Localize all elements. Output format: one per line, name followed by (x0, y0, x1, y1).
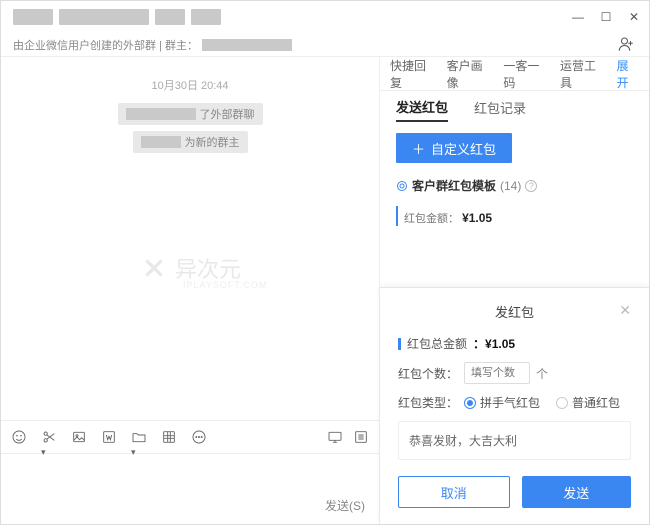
close-button[interactable]: ✕ (627, 10, 641, 24)
owner-blur (202, 39, 292, 51)
grid-icon[interactable] (161, 429, 177, 445)
compose-toolbar: ▾ ▾ (1, 420, 379, 454)
count-label: 红包个数： (398, 365, 458, 382)
title-blur (13, 9, 53, 25)
custom-redpacket-button[interactable]: ＋ 自定义红包 (396, 133, 512, 163)
list-icon[interactable] (353, 429, 369, 445)
plus-icon: ＋ (412, 139, 425, 158)
sys-text: 为新的群主 (185, 134, 240, 150)
message-input[interactable]: 发送(S) (1, 454, 379, 524)
row-count: 红包个数： 个 (398, 362, 631, 384)
radio-normal-label: 普通红包 (572, 394, 620, 411)
message-list: 10月30日 20:44 了外部群聊 为新的群主 异次元 IPLAYSOFT.C… (1, 57, 379, 420)
right-tabs: 快捷回复 客户画像 一客一码 运营工具 展开 (380, 57, 649, 91)
timestamp: 10月30日 20:44 (1, 77, 379, 93)
blur (141, 136, 181, 148)
word-icon[interactable] (101, 429, 117, 445)
right-panel: 快捷回复 客户画像 一客一码 运营工具 展开 发送红包 红包记录 ＋ 自定义红包… (379, 57, 649, 524)
folder-icon[interactable]: ▾ (131, 429, 147, 445)
greeting-text: 恭喜发财，大吉大利 (409, 434, 517, 448)
screen-icon[interactable] (327, 429, 343, 445)
system-message: 了外部群聊 (1, 103, 379, 125)
template-icon (396, 180, 408, 192)
system-message: 为新的群主 (1, 131, 379, 153)
greeting-input[interactable]: 恭喜发财，大吉大利 (398, 421, 631, 460)
emoji-icon[interactable] (11, 429, 27, 445)
tab-expand[interactable]: 展开 (617, 57, 639, 91)
title-blur (155, 9, 185, 25)
count-suffix: 个 (536, 365, 548, 382)
total-value: ：¥1.05 (473, 335, 515, 352)
redpacket-subtabs: 发送红包 红包记录 (380, 91, 649, 127)
subtab-send[interactable]: 发送红包 (396, 97, 448, 122)
amount-label: 红包金额 (404, 213, 448, 225)
type-label: 红包类型： (398, 394, 458, 411)
help-icon[interactable]: ? (525, 180, 537, 192)
title-blur (191, 9, 221, 25)
modal-close-icon[interactable]: ✕ (619, 302, 631, 319)
subtitle-text: 由企业微信用户创建的外部群 | 群主： (13, 37, 198, 53)
group-subtitle: 由企业微信用户创建的外部群 | 群主： (1, 33, 649, 57)
watermark: 异次元 IPLAYSOFT.COM (139, 252, 241, 284)
sys-text: 了外部群聊 (200, 106, 255, 122)
custom-btn-label: 自定义红包 (431, 139, 496, 158)
template-count: (14) (500, 179, 521, 193)
watermark-text: 异次元 (175, 252, 241, 284)
send-redpacket-modal: 发红包 ✕ 红包总金额 ：¥1.05 红包个数： 个 红包类型： 拼手气红包 普… (380, 287, 649, 524)
scissors-icon[interactable]: ▾ (41, 429, 57, 445)
chat-area: 10月30日 20:44 了外部群聊 为新的群主 异次元 IPLAYSOFT.C… (1, 57, 379, 524)
radio-lucky-label: 拼手气红包 (480, 394, 540, 411)
tab-one-code[interactable]: 一客一码 (503, 57, 548, 91)
radio-normal[interactable]: 普通红包 (556, 394, 620, 411)
tab-quick-reply[interactable]: 快捷回复 (390, 57, 435, 91)
amount-preview: 红包金额： ¥1.05 (396, 206, 633, 226)
title-blur (59, 9, 149, 25)
add-member-icon[interactable] (617, 35, 635, 56)
template-label: 客户群红包模板 (412, 177, 496, 194)
tab-customer-profile[interactable]: 客户画像 (447, 57, 492, 91)
send-hint[interactable]: 发送(S) (325, 497, 365, 514)
maximize-button[interactable]: ☐ (599, 10, 613, 24)
row-type: 红包类型： 拼手气红包 普通红包 (398, 394, 631, 411)
amount-value: ¥1.05 (462, 211, 492, 225)
radio-lucky[interactable]: 拼手气红包 (464, 394, 540, 411)
cancel-button[interactable]: 取消 (398, 476, 510, 508)
modal-title: 发红包 (495, 305, 534, 320)
count-input[interactable] (464, 362, 530, 384)
tab-tools[interactable]: 运营工具 (560, 57, 605, 91)
more-icon[interactable] (191, 429, 207, 445)
blur (126, 108, 196, 120)
send-button[interactable]: 发送 (522, 476, 632, 508)
row-total: 红包总金额 ：¥1.05 (398, 335, 631, 352)
template-header: 客户群红包模板 (14) ? (380, 175, 649, 200)
total-label: 红包总金额 (398, 335, 467, 352)
watermark-sub: IPLAYSOFT.COM (183, 280, 267, 290)
title-bar: — ☐ ✕ (1, 1, 649, 33)
subtab-history[interactable]: 红包记录 (474, 98, 526, 121)
image-icon[interactable] (71, 429, 87, 445)
minimize-button[interactable]: — (571, 10, 585, 24)
